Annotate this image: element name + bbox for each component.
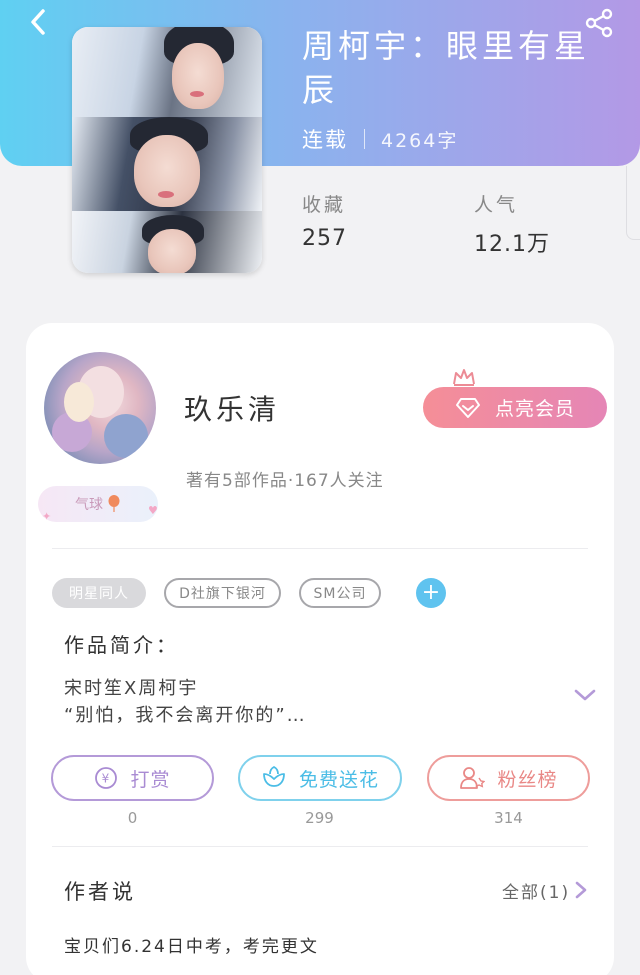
diamond-icon (455, 397, 480, 418)
heart-icon: ♥ (148, 504, 158, 517)
flower-count: 299 (305, 809, 334, 827)
word-count: 4264字 (381, 129, 459, 152)
chevron-right-icon[interactable] (574, 880, 588, 900)
add-tag-button[interactable]: + (416, 578, 446, 608)
reward-label: 打赏 (130, 768, 171, 791)
fan-ranking-button[interactable]: 粉丝榜 (427, 755, 590, 801)
fan-ranking-label: 粉丝榜 (497, 768, 558, 791)
book-status-line: 连载 4264字 (302, 124, 458, 154)
scroll-edge-decoration (626, 166, 640, 240)
popularity-label: 人气 (474, 194, 519, 216)
tag-galaxy[interactable]: D社旗下银河 (164, 578, 281, 608)
fan-count: 314 (494, 809, 523, 827)
badge-label: 气球 (75, 497, 103, 513)
yen-coin-icon: ¥ (95, 767, 118, 789)
user-ranking-icon (460, 767, 486, 789)
author-meta: 著有5部作品·167人关注 (186, 471, 384, 491)
vip-button-label: 点亮会员 (494, 398, 575, 420)
author-says-title: 作者说 (64, 880, 136, 904)
intro-title: 作品简介： (64, 633, 179, 657)
book-cover[interactable] (72, 27, 262, 273)
cover-photo-panel (72, 117, 262, 211)
status-divider (364, 129, 365, 149)
section-divider (52, 846, 588, 847)
view-all-link[interactable]: 全部(1) (502, 878, 570, 903)
send-flower-button[interactable]: 免费送花 (238, 755, 402, 801)
favorites-label: 收藏 (302, 194, 347, 216)
reward-count: 0 (127, 809, 138, 827)
tag-sm[interactable]: SM公司 (299, 578, 381, 608)
tag-fanfiction[interactable]: 明星同人 (52, 578, 146, 608)
chevron-down-icon[interactable] (572, 686, 598, 704)
author-name[interactable]: 玖乐清 (184, 388, 280, 428)
author-says-text: 宝贝们6.24日中考，考完更文 (64, 937, 319, 957)
send-flower-label: 免费送花 (298, 768, 379, 791)
popularity-value: 12.1万 (474, 232, 550, 257)
chevron-left-icon (31, 9, 45, 35)
svg-text:¥: ¥ (102, 772, 111, 786)
flower-icon (263, 766, 285, 787)
sparkle-icon: ✦ (42, 510, 52, 523)
serial-status: 连载 (302, 128, 348, 152)
activate-vip-button[interactable]: 点亮会员 (423, 387, 607, 428)
cover-photo-panel (72, 27, 262, 117)
book-title: 周柯宇：眼里有星辰 (302, 27, 591, 109)
favorites-value: 257 (302, 226, 347, 251)
balloon-icon (108, 495, 120, 512)
section-divider (52, 548, 588, 549)
intro-line: “别怕，我不会离开你的”… (64, 705, 307, 726)
fan-badge[interactable]: 气球 (38, 486, 158, 522)
back-button[interactable] (22, 6, 54, 38)
cover-photo-panel (72, 211, 262, 273)
crown-icon (453, 369, 475, 386)
intro-line: 宋时笙X周柯宇 (64, 678, 199, 699)
reward-button[interactable]: ¥ 打赏 (51, 755, 214, 801)
avatar[interactable] (44, 352, 156, 464)
